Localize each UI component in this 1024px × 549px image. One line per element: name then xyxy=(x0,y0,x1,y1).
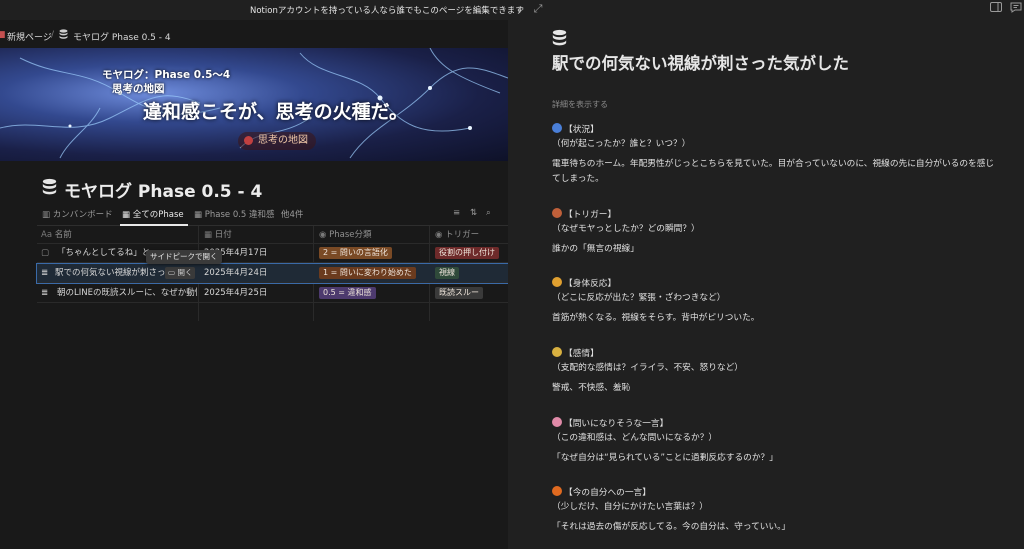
tab-phase-05[interactable]: ▦ Phase 0.5 違和感 xyxy=(194,208,275,220)
section-body-reaction: 【身体反応】 （どこに反応が出た？緊張・ざわつきなど） 首筋が熱くなる。視線をそ… xyxy=(552,277,760,323)
section-question: 【問いになりそうな一言】 （この違和感は、どんな問いになるか？） 「なぜ自分は“… xyxy=(552,417,778,463)
row-name[interactable]: 朝のLINEの既読スルーに、なぜか動悸 xyxy=(57,284,197,302)
breadcrumb-separator: / xyxy=(51,30,55,40)
open-button[interactable]: ▭ 開く xyxy=(165,267,196,279)
section-self-message: 【今の自分への一言】 （少しだけ、自分にかけたい言葉は？） 「それは過去の傷が反… xyxy=(552,486,791,532)
expand-arrows-icon[interactable]: ⤢ xyxy=(531,2,545,16)
section-situation: 【状況】 （何が起こったか？誰と？いつ？） 電車待ちのホーム。年配男性がじっとこ… xyxy=(552,123,995,184)
side-peek-tooltip: サイドピークで開く xyxy=(146,250,222,264)
page-title[interactable]: 駅での何気ない視線が刺さった気がした xyxy=(552,50,849,74)
cyclone-icon xyxy=(552,123,562,133)
search-icon[interactable]: ⌕ xyxy=(486,208,491,218)
fire-icon xyxy=(552,486,562,496)
breadcrumb: ■ 新規ページ / モヤログ Phase 0.5 - 4 xyxy=(0,20,508,48)
database-icon: ≣ xyxy=(41,288,49,298)
guitar-icon xyxy=(552,208,562,218)
breadcrumb-parent[interactable]: 新規ページ xyxy=(7,30,52,43)
collision-icon xyxy=(552,277,562,287)
tab-kanban[interactable]: ▥ カンバンボード xyxy=(42,208,113,220)
table-row-selected[interactable]: ≣ 駅での何気ない視線が刺さっ ▭ 開く 2025年4月24日 1 = 問いに変… xyxy=(36,263,508,284)
side-panel-icon[interactable] xyxy=(989,2,1003,16)
tab-all-phases[interactable]: ▦ 全てのPhase xyxy=(122,208,184,220)
row-date[interactable]: 2025年4月24日 xyxy=(204,264,267,282)
show-details-link[interactable]: 詳細を表示する xyxy=(552,99,608,110)
comment-icon[interactable] xyxy=(1009,2,1023,16)
notion-app: Notionアカウントを持っている人なら誰でもこのページを編集できます » ⤢ … xyxy=(0,0,1024,549)
row-phase[interactable]: 1 = 問いに変わり始めた xyxy=(319,264,416,282)
sort-icon[interactable]: ⇅ xyxy=(470,208,477,218)
page-icon: ▢ xyxy=(41,248,50,258)
breadcrumb-current[interactable]: モヤログ Phase 0.5 - 4 xyxy=(73,30,171,43)
section-emotion: 【感情】 （支配的な感情は？イライラ、不安、怒りなど） 警戒、不快感、羞恥 xyxy=(552,347,743,393)
row-name[interactable]: 駅での何気ない視線が刺さっ xyxy=(55,264,183,282)
cover-image: モヤログ：Phase 0.5〜4 思考の地図 違和感こそが、思考の火種だ。 思考… xyxy=(0,48,508,161)
row-phase[interactable]: 0.5 = 違和感 xyxy=(319,284,376,302)
row-phase[interactable]: 2 = 問いの言語化 xyxy=(319,244,392,262)
database-title[interactable]: モヤログ Phase 0.5 - 4 xyxy=(64,177,262,202)
banner-title: モヤログ：Phase 0.5〜4 xyxy=(102,69,231,81)
filter-icon[interactable]: ≡ xyxy=(453,208,460,218)
view-tabs: ▥ カンバンボード ▦ 全てのPhase ▦ Phase 0.5 違和感 他4件… xyxy=(37,205,508,226)
tab-more[interactable]: 他4件 xyxy=(281,208,303,220)
row-trigger[interactable]: 役割の押し付け xyxy=(435,244,499,262)
double-chevron-right-icon[interactable]: » xyxy=(514,2,528,16)
database-title-icon xyxy=(42,178,57,199)
row-trigger[interactable]: 視線 xyxy=(435,264,459,282)
brain-icon xyxy=(244,136,253,145)
page-icon: ■ xyxy=(0,30,6,40)
database-icon xyxy=(552,29,567,50)
banner-headline: 違和感こそが、思考の火種だ。 xyxy=(143,101,409,123)
brain-icon xyxy=(552,417,562,427)
edit-permission-notice: Notionアカウントを持っている人なら誰でもこのページを編集できます xyxy=(250,6,524,16)
row-trigger[interactable]: 既読スルー xyxy=(435,284,483,302)
database-icon: ≣ xyxy=(41,268,49,278)
table-row[interactable]: ≣ 朝のLINEの既読スルーに、なぜか動悸 2025年4月25日 0.5 = 違… xyxy=(37,284,508,303)
database-icon xyxy=(59,29,68,42)
database-page: ■ 新規ページ / モヤログ Phase 0.5 - 4 モヤログ：Phase … xyxy=(0,20,508,549)
face-icon xyxy=(552,347,562,357)
table-header-row xyxy=(37,225,508,244)
side-peek-panel: 駅での何気ない視線が刺さった気がした 詳細を表示する 【状況】 （何が起こったか… xyxy=(508,20,1024,549)
row-date[interactable]: 2025年4月25日 xyxy=(204,284,267,302)
banner-pill: 思考の地図 xyxy=(238,132,316,150)
section-trigger: 【トリガー】 （なぜモヤっとしたか？どの瞬間？） 誰かの「無言の視線」 xyxy=(552,208,700,254)
table-row[interactable]: ▢ 「ちゃんとしてるね」と 2025年4月17日 2 = 問いの言語化 役割の押… xyxy=(37,244,508,263)
banner-subtitle: 思考の地図 xyxy=(112,83,165,95)
top-bar: Notionアカウントを持っている人なら誰でもこのページを編集できます » ⤢ xyxy=(0,0,1024,20)
